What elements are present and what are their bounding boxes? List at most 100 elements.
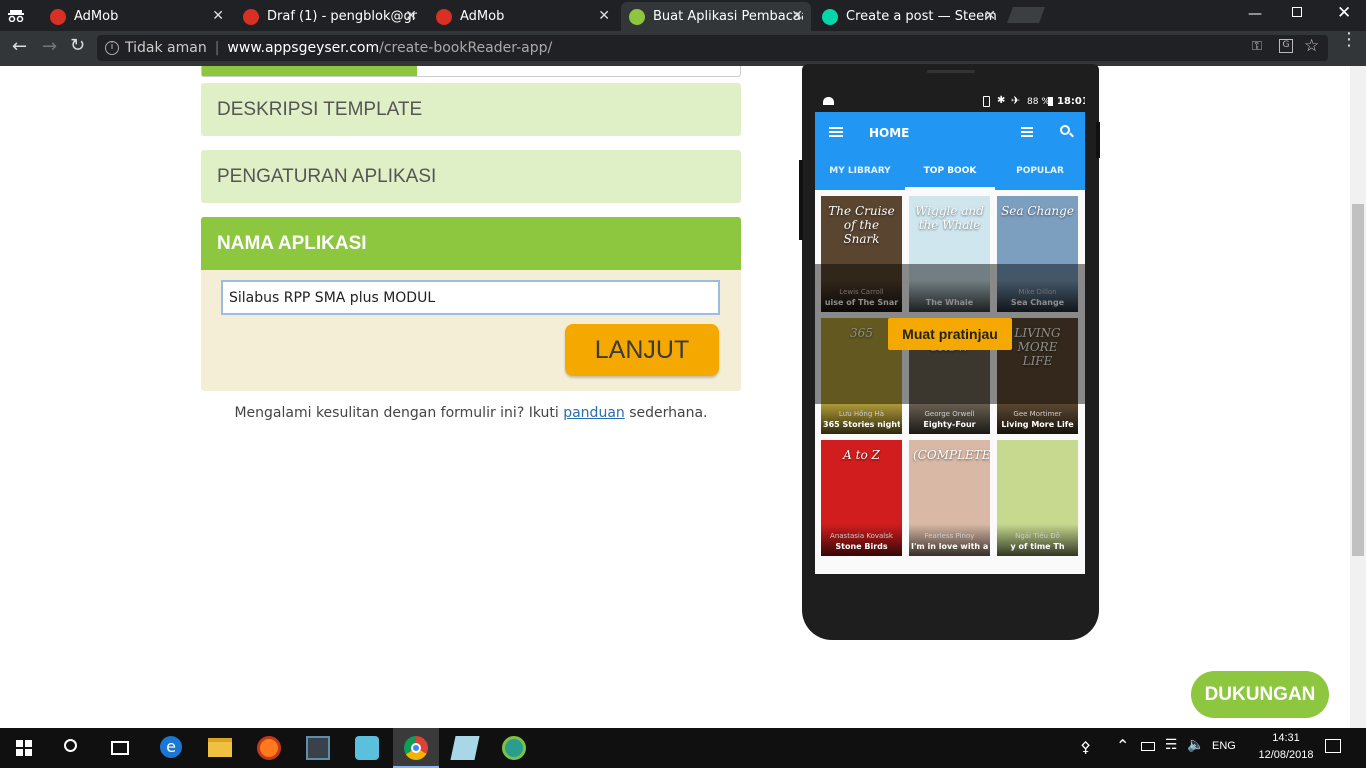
language-indicator[interactable]: ENG [1212, 740, 1236, 752]
phone-screen: ✱ ✈ 88 % 18:01 HOME MY LIBRARYTOP BOOKPO… [815, 92, 1085, 574]
task-view-icon[interactable] [111, 741, 129, 755]
phone-tab-my-library[interactable]: MY LIBRARY [815, 166, 905, 176]
app-name-input[interactable] [221, 280, 720, 315]
browser-tab[interactable]: Buat Aplikasi Pembacaan ✕ [621, 2, 811, 31]
book-card[interactable]: A to Z Anastasia Kovalsk Stone Birds [821, 440, 902, 556]
windows-start-icon[interactable] [16, 740, 32, 756]
page-scrollbar[interactable] [1350, 66, 1366, 728]
tray-chevron-icon[interactable]: ⌃ [1116, 736, 1129, 755]
book-cover-art: Sea Change [1001, 204, 1074, 218]
book-title: 365 Stories night [823, 420, 900, 429]
volume-icon[interactable]: 🔈 [1187, 737, 1204, 753]
book-card[interactable]: (COMPLETE) Fearless Pinoy I'm in love with… [909, 440, 990, 556]
wifi-icon[interactable]: ☴ [1165, 737, 1178, 753]
info-icon[interactable]: i [105, 41, 119, 55]
tab-close-icon[interactable]: ✕ [405, 8, 417, 24]
book-card[interactable]: Ngải Tiểu Đỗ y of time Th [997, 440, 1078, 556]
no-notifications-icon: ✱ [997, 95, 1006, 106]
airplane-icon: ✈ [1011, 94, 1021, 107]
book-author: Ngải Tiểu Đỗ [1015, 532, 1060, 540]
close-window-button[interactable]: ✕ [1337, 3, 1351, 23]
book-cover-art: (COMPLETE) [913, 448, 990, 462]
forward-arrow-icon[interactable]: → [42, 36, 57, 57]
section-deskripsi-template[interactable]: DESKRIPSI TEMPLATE [201, 83, 741, 136]
book-cover-art: The Cruise of the Snark [828, 204, 895, 246]
book-caption-shade [909, 402, 990, 434]
book-author: Gee Mortimer [1013, 410, 1062, 418]
book-caption-shade [821, 402, 902, 434]
reload-icon[interactable]: ↻ [70, 35, 85, 56]
tab-close-icon[interactable]: ✕ [212, 8, 224, 24]
url-divider: | [214, 40, 220, 56]
scrollbar-thumb[interactable] [1352, 204, 1364, 556]
translate-icon[interactable]: G [1279, 39, 1293, 53]
clock-time[interactable]: 14:31 [1262, 732, 1310, 744]
file-explorer-icon[interactable] [208, 738, 232, 757]
book-caption-shade [997, 524, 1078, 556]
list-view-icon[interactable] [1021, 127, 1033, 137]
help-suffix: sederhana. [624, 405, 708, 421]
guide-link[interactable]: panduan [563, 405, 625, 421]
security-label: Tidak aman [125, 40, 207, 56]
people-icon[interactable]: ⚴ [1080, 738, 1091, 756]
battery-tray-icon[interactable] [1141, 742, 1155, 751]
phone-side-button [1096, 122, 1100, 158]
battery-icon [1048, 97, 1053, 106]
phone-tab-popular[interactable]: POPULAR [995, 166, 1085, 176]
support-button[interactable]: DUKUNGAN [1191, 671, 1329, 718]
search-taskbar-icon[interactable] [64, 739, 77, 752]
book-caption-shade [909, 524, 990, 556]
browser-tab-strip: AdMob ✕ Draf (1) - pengblok@gma ✕ AdMob ✕ Buat… [0, 0, 1366, 31]
app-icon-1[interactable] [306, 736, 330, 760]
key-icon[interactable]: ⚿ [1252, 39, 1262, 54]
help-text: Mengalami kesulitan dengan formulir ini?… [201, 405, 741, 421]
browser-tab[interactable]: Create a post — Steemit ✕ [814, 2, 1004, 31]
book-author: George Orwell [924, 410, 975, 418]
book-caption-shade [821, 524, 902, 556]
clock-label: 18:01 [1057, 96, 1085, 107]
new-tab-button[interactable] [1007, 7, 1045, 23]
minimize-button[interactable]: — [1248, 6, 1262, 22]
page-content: DESKRIPSI TEMPLATE PENGATURAN APLIKASI N… [0, 66, 1366, 728]
app-icon-3[interactable] [450, 736, 480, 760]
book-author: Lưu Hồng Hà [838, 410, 885, 418]
section-pengaturan-aplikasi[interactable]: PENGATURAN APLIKASI [201, 150, 741, 203]
browser-tab[interactable]: Draf (1) - pengblok@gma ✕ [235, 2, 425, 31]
tab-close-icon[interactable]: ✕ [984, 8, 996, 24]
vibrate-icon [983, 96, 990, 107]
url-bar[interactable]: i Tidak aman | www.appsgeyser.com /creat… [97, 35, 1328, 61]
book-title: Stone Birds [835, 542, 888, 551]
chrome-icon[interactable] [404, 736, 428, 760]
tab-close-icon[interactable]: ✕ [598, 8, 610, 24]
browser-tab[interactable]: AdMob ✕ [428, 2, 618, 31]
tab-title: AdMob [460, 9, 505, 24]
app-icon-4[interactable] [502, 736, 526, 760]
browser-tab[interactable]: AdMob ✕ [42, 2, 232, 31]
tab-favicon-icon [629, 8, 645, 25]
preview-button[interactable]: Muat pratinjau [888, 318, 1012, 350]
phone-tab-top-book[interactable]: TOP BOOK [905, 166, 995, 176]
tab-favicon-icon [436, 8, 452, 25]
book-title: y of time Th [1010, 542, 1065, 551]
bookmark-star-icon[interactable]: ☆ [1304, 36, 1319, 56]
tab-favicon-icon [50, 8, 66, 25]
hamburger-menu-icon[interactable] [829, 127, 843, 137]
section-nama-aplikasi-header[interactable]: NAMA APLIKASI [201, 217, 741, 270]
tab-close-icon[interactable]: ✕ [791, 8, 803, 24]
book-author: Anastasia Kovalsk [830, 532, 893, 540]
next-button[interactable]: LANJUT [565, 324, 719, 376]
app-icon-2[interactable] [355, 736, 379, 760]
maximize-button[interactable] [1292, 7, 1302, 17]
tab-title: Create a post — Steemit [846, 9, 996, 24]
notifications-icon[interactable] [1325, 739, 1341, 753]
book-title: Eighty-Four [923, 420, 976, 429]
back-arrow-icon[interactable]: ← [12, 36, 27, 57]
book-title: I'm in love with a [911, 542, 988, 551]
edge-icon[interactable]: e [160, 736, 182, 758]
clock-date[interactable]: 12/08/2018 [1252, 749, 1320, 761]
incognito-icon [8, 7, 24, 23]
progress-bar [201, 66, 741, 77]
firefox-icon[interactable] [257, 736, 281, 760]
menu-dots-icon[interactable]: ⋮ [1340, 31, 1358, 49]
status-bar: ✱ ✈ 88 % 18:01 [815, 92, 1085, 112]
